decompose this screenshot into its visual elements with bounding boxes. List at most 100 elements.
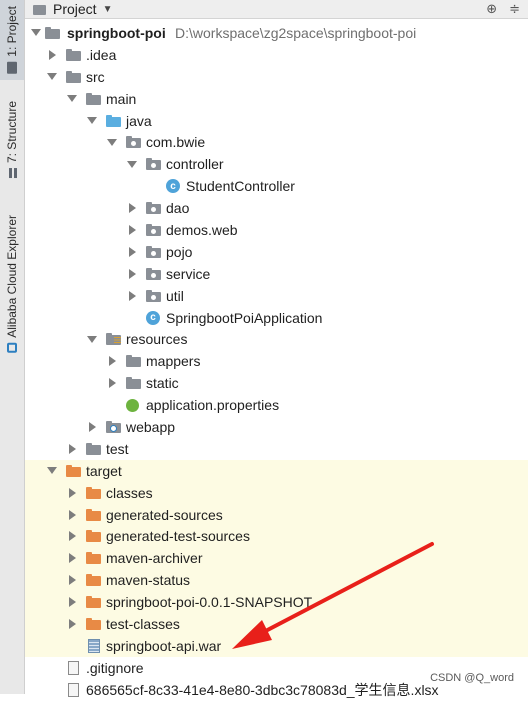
tree-item-label: springboot-poi-0.0.1-SNAPSHOT <box>106 594 313 611</box>
tree-row-student-controller[interactable]: c StudentController <box>25 175 528 197</box>
tree-row-idea[interactable]: .idea <box>25 44 528 66</box>
collapse-arrow-icon[interactable] <box>87 422 97 432</box>
tree-row-root[interactable]: springboot-poi D:\workspace\zg2space\spr… <box>25 22 528 44</box>
collapse-arrow-icon[interactable] <box>127 269 137 279</box>
folder-icon <box>126 355 141 368</box>
web-folder-icon <box>106 421 121 434</box>
resources-folder-icon <box>106 333 121 346</box>
collapse-arrow-icon[interactable] <box>127 291 137 301</box>
tree-item-label: pojo <box>166 243 193 260</box>
expand-arrow-icon[interactable] <box>87 116 97 126</box>
tree-row-classes[interactable]: classes <box>25 481 528 504</box>
tree-item-label: .idea <box>86 46 117 63</box>
package-icon <box>146 158 161 171</box>
tree-row-war[interactable]: springboot-api.war <box>25 634 528 657</box>
structure-tool-tab-label: 7: Structure <box>5 101 19 164</box>
collapse-arrow-icon[interactable] <box>67 510 77 520</box>
tree-row-target[interactable]: target <box>25 459 528 482</box>
folder-icon <box>86 442 101 455</box>
tree-row-static[interactable]: static <box>25 372 528 394</box>
tree-row-maven-status[interactable]: maven-status <box>25 569 528 592</box>
project-header: Project ▼ ⊕ ≑ <box>25 0 528 19</box>
tree-row-snapshot[interactable]: springboot-poi-0.0.1-SNAPSHOT <box>25 591 528 614</box>
expand-arrow-icon[interactable] <box>87 334 97 344</box>
expand-arrow-icon[interactable] <box>47 466 57 476</box>
tree-item-label: generated-sources <box>106 506 223 523</box>
project-tool-tab-label: 1: Project <box>5 6 19 57</box>
tree-row-pojo[interactable]: pojo <box>25 241 528 263</box>
project-tree: springboot-poi D:\workspace\zg2space\spr… <box>25 22 528 701</box>
source-folder-icon <box>106 114 121 127</box>
tree-item-label: test <box>106 440 129 457</box>
root-label: springboot-poi <box>67 24 166 41</box>
tree-row-dao[interactable]: dao <box>25 197 528 219</box>
tree-row-service[interactable]: service <box>25 263 528 285</box>
tree-row-test[interactable]: test <box>25 438 528 460</box>
collapse-arrow-icon[interactable] <box>67 575 77 585</box>
package-icon <box>146 202 161 215</box>
tree-row-maven-archiver[interactable]: maven-archiver <box>25 547 528 570</box>
tree-item-label: application.properties <box>146 397 280 414</box>
expand-arrow-icon[interactable] <box>47 72 57 82</box>
alibaba-cloud-tool-tab-label: Alibaba Cloud Explorer <box>5 215 19 338</box>
tree-row-app-class[interactable]: c SpringbootPoiApplication <box>25 307 528 329</box>
tree-row-demos[interactable]: demos.web <box>25 219 528 241</box>
tree-item-label: SpringbootPoiApplication <box>166 309 323 326</box>
tree-item-label: static <box>146 375 179 392</box>
tree-row-src[interactable]: src <box>25 66 528 88</box>
tree-row-mappers[interactable]: mappers <box>25 350 528 372</box>
locate-icon[interactable]: ⊕ <box>486 1 497 17</box>
expand-arrow-icon[interactable] <box>127 159 137 169</box>
java-class-icon: c <box>166 179 180 194</box>
collapse-arrow-icon[interactable] <box>67 619 77 629</box>
tree-item-label: resources <box>126 331 188 348</box>
collapse-arrow-icon[interactable] <box>127 225 137 235</box>
tree-row-resources[interactable]: resources <box>25 328 528 350</box>
tree-row-controller[interactable]: controller <box>25 153 528 175</box>
collapse-arrow-icon[interactable] <box>47 50 57 60</box>
spring-properties-icon <box>126 399 139 413</box>
tree-item-label: com.bwie <box>146 134 206 151</box>
tree-row-java[interactable]: java <box>25 110 528 132</box>
collapse-arrow-icon[interactable] <box>67 531 77 541</box>
expand-arrow-icon[interactable] <box>107 137 117 147</box>
collapse-arrow-icon[interactable] <box>127 203 137 213</box>
collapse-icon[interactable]: ≑ <box>509 1 520 17</box>
tree-row-main[interactable]: main <box>25 88 528 110</box>
tree-row-webapp[interactable]: webapp <box>25 416 528 438</box>
tree-row-generated-test-sources[interactable]: generated-test-sources <box>25 525 528 548</box>
collapse-arrow-icon[interactable] <box>127 247 137 257</box>
tree-row-test-classes[interactable]: test-classes <box>25 613 528 635</box>
tree-item-label: maven-archiver <box>106 550 203 567</box>
tree-row-package[interactable]: com.bwie <box>25 131 528 153</box>
collapse-arrow-icon[interactable] <box>67 444 77 454</box>
expand-arrow-icon[interactable] <box>67 94 77 104</box>
tree-item-label: demos.web <box>166 221 238 238</box>
collapse-arrow-icon[interactable] <box>107 356 117 366</box>
file-icon <box>68 660 79 675</box>
excluded-folder-icon <box>86 618 101 631</box>
file-icon <box>68 682 79 697</box>
project-view-title[interactable]: Project <box>53 1 97 17</box>
tree-item-label: .gitignore <box>86 659 144 676</box>
alibaba-cloud-tool-tab[interactable]: Alibaba Cloud Explorer <box>0 204 24 364</box>
tree-item-label: util <box>166 287 184 304</box>
collapse-arrow-icon[interactable] <box>67 488 77 498</box>
excluded-folder-icon <box>86 486 101 499</box>
expand-arrow-icon[interactable] <box>31 28 41 38</box>
watermark: CSDN @Q_word <box>430 672 514 684</box>
structure-tool-tab[interactable]: 7: Structure <box>0 96 24 184</box>
collapse-arrow-icon[interactable] <box>67 553 77 563</box>
tree-row-app-props[interactable]: application.properties <box>25 394 528 416</box>
package-icon <box>146 245 161 258</box>
module-folder-icon <box>45 27 60 39</box>
tree-item-label: generated-test-sources <box>106 528 250 545</box>
project-tool-tab[interactable]: 1: Project <box>0 0 24 80</box>
tree-item-label: main <box>106 90 137 107</box>
tree-row-util[interactable]: util <box>25 285 528 307</box>
chevron-down-icon[interactable]: ▼ <box>103 4 113 15</box>
collapse-arrow-icon[interactable] <box>67 597 77 607</box>
folder-icon <box>7 61 17 74</box>
collapse-arrow-icon[interactable] <box>107 378 117 388</box>
tree-row-generated-sources[interactable]: generated-sources <box>25 503 528 526</box>
